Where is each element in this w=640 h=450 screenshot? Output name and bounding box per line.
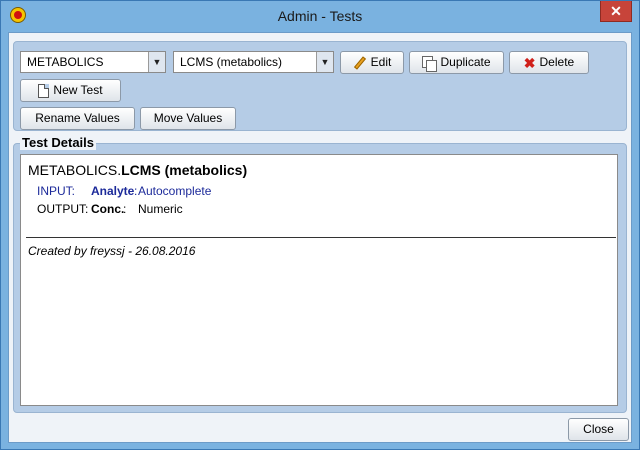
close-button-label: Close — [583, 422, 614, 436]
divider — [26, 237, 616, 238]
input-type: Autocomplete — [138, 184, 212, 198]
input-field-name: Analyte — [91, 184, 135, 198]
dropdown-arrow-icon[interactable]: ▼ — [316, 52, 333, 72]
output-type: Numeric — [138, 202, 183, 216]
output-field-name: Conc. — [91, 202, 125, 216]
window-title: Admin - Tests — [277, 8, 363, 24]
test-select-value: LCMS (metabolics) — [180, 55, 283, 69]
input-separator: : — [134, 184, 138, 198]
output-label: OUTPUT: — [37, 202, 89, 216]
test-select[interactable]: LCMS (metabolics) ▼ — [173, 51, 334, 73]
input-label: INPUT: — [37, 184, 76, 198]
title-bar[interactable]: Admin - Tests ✕ — [1, 1, 639, 31]
close-button[interactable]: Close — [568, 418, 629, 441]
admin-tests-window: Admin - Tests ✕ METABOLICS ▼ LCMS (metab… — [0, 0, 640, 450]
window-close-button[interactable]: ✕ — [600, 1, 632, 22]
client-area: METABOLICS ▼ LCMS (metabolics) ▼ Edit Du… — [8, 32, 632, 443]
delete-button-label: Delete — [539, 55, 575, 69]
duplicate-button[interactable]: Duplicate — [409, 51, 504, 74]
category-select[interactable]: METABOLICS ▼ — [20, 51, 166, 73]
output-separator: : — [123, 202, 127, 216]
category-select-value: METABOLICS — [27, 55, 104, 69]
new-doc-icon — [38, 83, 50, 98]
test-details-content: METABOLICS.LCMS (metabolics) INPUT: Anal… — [20, 154, 618, 406]
edit-button[interactable]: Edit — [340, 51, 404, 74]
test-details-legend: Test Details — [20, 135, 97, 150]
created-by-text: Created by freyssj - 26.08.2016 — [28, 244, 196, 258]
test-full-name: METABOLICS.LCMS (metabolics) — [28, 162, 247, 178]
test-prefix: METABOLICS. — [28, 162, 122, 178]
edit-button-label: Edit — [370, 55, 392, 69]
duplicate-button-label: Duplicate — [440, 55, 491, 69]
move-values-button[interactable]: Move Values — [140, 107, 236, 130]
rename-values-button-label: Rename Values — [35, 111, 120, 125]
delete-icon: ✖ — [523, 54, 536, 71]
delete-button[interactable]: ✖ Delete — [509, 51, 589, 74]
close-icon: ✕ — [610, 3, 622, 19]
rename-values-button[interactable]: Rename Values — [20, 107, 135, 130]
dropdown-arrow-icon[interactable]: ▼ — [148, 52, 165, 72]
toolbar-panel: METABOLICS ▼ LCMS (metabolics) ▼ Edit Du… — [13, 41, 627, 131]
duplicate-icon — [422, 55, 438, 72]
new-test-button[interactable]: New Test — [20, 79, 121, 102]
test-name: LCMS (metabolics) — [121, 162, 248, 178]
move-values-button-label: Move Values — [153, 111, 223, 125]
new-test-button-label: New Test — [53, 83, 103, 97]
pencil-icon — [353, 56, 367, 70]
